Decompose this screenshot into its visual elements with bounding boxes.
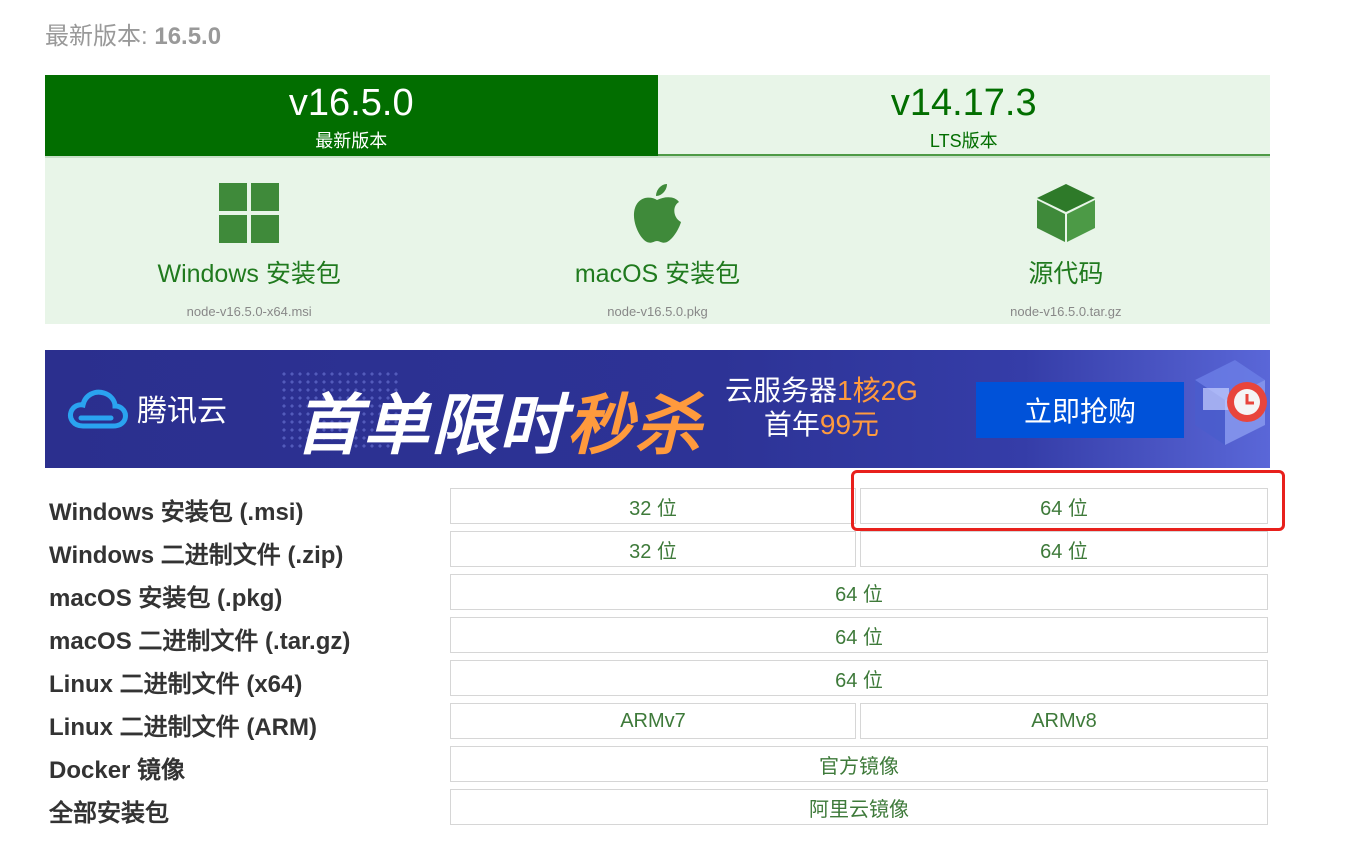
banner-headline-orange: 秒杀 <box>567 388 703 462</box>
download-macos-file: node-v16.5.0.pkg <box>607 304 708 319</box>
row-label: Linux 二进制文件 (ARM) <box>49 714 317 741</box>
tab-lts-version: v14.17.3 <box>890 82 1037 124</box>
latest-version-number: 16.5.0 <box>154 23 222 50</box>
download-link[interactable]: 64 位 <box>450 617 1268 653</box>
tab-latest-label: 最新版本 <box>315 131 388 151</box>
tab-lts-label: LTS版本 <box>929 131 998 151</box>
version-tabs: v16.5.0 最新版本 v14.17.3 LTS版本 <box>45 75 1270 156</box>
download-windows-file: node-v16.5.0-x64.msi <box>186 304 312 319</box>
download-link[interactable]: 64 位 <box>450 574 1268 610</box>
offer-line1-orange: 1核2G <box>837 375 918 406</box>
banner-headline: 首单限时秒杀 <box>295 372 703 468</box>
download-link[interactable]: 阿里云镜像 <box>450 789 1268 825</box>
buy-now-button[interactable]: 立即抢购 <box>976 382 1184 438</box>
download-source[interactable]: 源代码 node-v16.5.0.tar.gz <box>862 158 1270 324</box>
tab-latest-version: v16.5.0 <box>288 82 414 124</box>
download-link[interactable]: ARMv8 <box>860 703 1268 739</box>
latest-version-prefix: 最新版本: <box>45 23 155 50</box>
tab-latest[interactable]: v16.5.0 最新版本 <box>45 75 658 156</box>
banner-offer: 云服务器1核2G 首年99元 <box>725 374 918 442</box>
latest-version: 最新版本: 16.5.0 <box>45 16 221 51</box>
row-label: macOS 二进制文件 (.tar.gz) <box>49 628 351 655</box>
download-macos-label: macOS 安装包 <box>574 260 741 288</box>
cloud-icon <box>68 389 128 429</box>
apple-icon <box>631 182 683 244</box>
table-row: macOS 二进制文件 (.tar.gz) 64 位 <box>45 615 1270 655</box>
table-row: 全部安装包 阿里云镜像 <box>45 787 1270 827</box>
offer-line2-orange: 99元 <box>819 409 880 440</box>
download-link[interactable]: ARMv7 <box>450 703 856 739</box>
row-label: Windows 安装包 (.msi) <box>49 499 304 526</box>
download-source-label: 源代码 <box>1028 260 1104 288</box>
row-label: Linux 二进制文件 (x64) <box>49 671 303 698</box>
row-label: Windows 二进制文件 (.zip) <box>49 542 344 569</box>
table-row: Linux 二进制文件 (x64) 64 位 <box>45 658 1270 698</box>
server-cube-decoration <box>1195 360 1267 445</box>
banner-headline-white: 首单限时 <box>295 388 567 462</box>
download-link[interactable]: 64 位 <box>860 531 1268 567</box>
tab-lts[interactable]: v14.17.3 LTS版本 <box>657 75 1270 156</box>
tencent-cloud-banner[interactable]: 腾讯云 首单限时秒杀 云服务器1核2G 首年99元 立即抢购 <box>45 350 1270 468</box>
highlight-box <box>851 470 1285 531</box>
download-source-file: node-v16.5.0.tar.gz <box>1010 304 1122 319</box>
row-label: macOS 安装包 (.pkg) <box>49 585 283 612</box>
row-label: 全部安装包 <box>49 800 169 827</box>
row-label: Docker 镜像 <box>49 757 186 784</box>
box-icon <box>1035 182 1097 244</box>
offer-line2-white: 首年 <box>763 409 820 440</box>
table-row: Docker 镜像 官方镜像 <box>45 744 1270 784</box>
table-row: Linux 二进制文件 (ARM) ARMv7 ARMv8 <box>45 701 1270 741</box>
download-link[interactable]: 32 位 <box>450 488 856 524</box>
download-windows[interactable]: Windows 安装包 node-v16.5.0-x64.msi <box>45 158 453 324</box>
download-link[interactable]: 64 位 <box>450 660 1268 696</box>
tencent-cloud-logo: 腾讯云 <box>67 386 227 430</box>
download-macos[interactable]: macOS 安装包 node-v16.5.0.pkg <box>453 158 861 324</box>
banner-brand: 腾讯云 <box>137 395 227 428</box>
download-link[interactable]: 32 位 <box>450 531 856 567</box>
download-panel: Windows 安装包 node-v16.5.0-x64.msi macOS 安… <box>45 156 1270 324</box>
windows-icon <box>219 182 280 244</box>
table-row: Windows 二进制文件 (.zip) 32 位 64 位 <box>45 529 1270 569</box>
table-row: macOS 安装包 (.pkg) 64 位 <box>45 572 1270 612</box>
download-windows-label: Windows 安装包 <box>157 260 341 288</box>
offer-line1-white: 云服务器 <box>725 375 838 406</box>
download-link[interactable]: 官方镜像 <box>450 746 1268 782</box>
